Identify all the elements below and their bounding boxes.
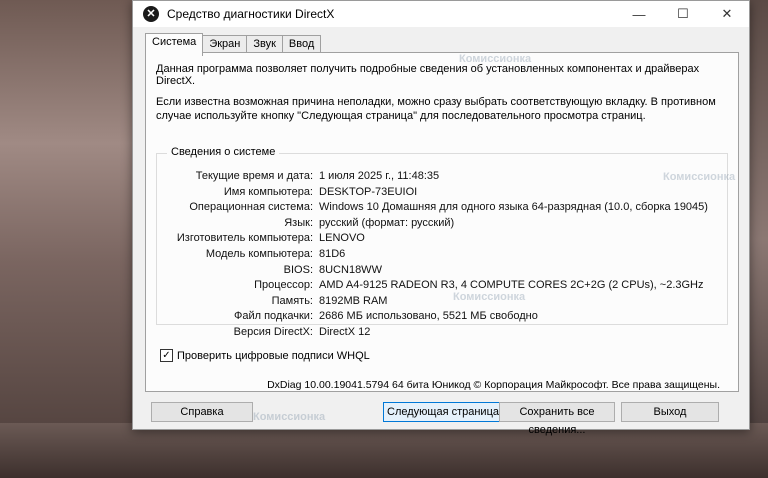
system-info-group-label: Сведения о системе (167, 146, 280, 158)
info-row-datetime: Текущие время и дата: 1 июля 2025 г., 11… (157, 170, 727, 186)
info-label: Язык: (284, 216, 313, 229)
window-title: Средство диагностики DirectX (167, 7, 335, 21)
maximize-button[interactable]: ☐ (661, 1, 705, 27)
info-value: DirectX 12 (319, 325, 371, 338)
info-row-manufacturer: Изготовитель компьютера: LENOVO (157, 232, 727, 248)
watermark: Комиссионка (663, 171, 736, 183)
info-row-processor: Процессор: AMD A4-9125 RADEON R3, 4 COMP… (157, 279, 727, 295)
info-label: Версия DirectX: (233, 325, 313, 338)
info-row-os: Операционная система: Windows 10 Домашня… (157, 201, 727, 217)
info-label: Процессор: (254, 279, 313, 292)
info-row-model: Модель компьютера: 81D6 (157, 248, 727, 264)
help-button[interactable]: Справка (151, 402, 253, 422)
info-label: BIOS: (283, 263, 313, 276)
info-value: русский (формат: русский) (319, 216, 455, 229)
info-value: 81D6 (319, 247, 346, 260)
next-page-button[interactable]: Следующая страница (383, 402, 503, 422)
tab-system[interactable]: Система (145, 33, 204, 56)
minimize-button[interactable]: — (617, 1, 661, 27)
dxdiag-window: ✕ Средство диагностики DirectX — ☐ ✕ Сис… (132, 0, 750, 436)
system-tab-panel: Данная программа позволяет получить подр… (145, 52, 739, 392)
info-row-language: Язык: русский (формат: русский) (157, 217, 727, 233)
info-row-computer-name: Имя компьютера: DESKTOP-73EUIOI (157, 186, 727, 202)
exit-button[interactable]: Выход (621, 402, 719, 422)
window-controls: — ☐ ✕ (617, 1, 749, 27)
info-value: Windows 10 Домашняя для одного языка 64-… (319, 201, 708, 214)
info-label: Текущие время и дата: (195, 170, 313, 182)
whql-checkbox-label: Проверить цифровые подписи WHQL (177, 349, 370, 362)
intro-hint-text: Если известна возможная причина неполадк… (156, 96, 716, 122)
info-label: Память: (271, 294, 313, 307)
info-label: Файл подкачки: (233, 310, 313, 323)
info-value: DESKTOP-73EUIOI (319, 185, 418, 198)
info-label: Модель компьютера: (205, 247, 313, 260)
intro-text: Данная программа позволяет получить подр… (156, 63, 700, 87)
whql-checkbox-row[interactable]: ✓ Проверить цифровые подписи WHQL (160, 349, 370, 362)
info-row-memory: Память: 8192MB RAM (157, 295, 727, 311)
info-value: 2686 МБ использовано, 5521 МБ свободно (319, 310, 538, 323)
info-value: 8UCN18WW (319, 263, 382, 276)
background-bottom (0, 423, 768, 478)
system-info-group: Сведения о системе Текущие время и дата:… (156, 146, 728, 338)
info-label: Имя компьютера: (223, 185, 313, 198)
close-button[interactable]: ✕ (705, 1, 749, 27)
info-row-pagefile: Файл подкачки: 2686 МБ использовано, 552… (157, 310, 727, 326)
background-left (0, 0, 150, 478)
save-all-button[interactable]: Сохранить все сведения... (499, 402, 615, 436)
info-value: LENOVO (319, 232, 365, 245)
system-info-rows: Текущие время и дата: 1 июля 2025 г., 11… (157, 170, 727, 342)
copyright-text: DxDiag 10.00.19041.5794 64 бита Юникод ©… (267, 379, 720, 391)
info-label: Операционная система: (189, 201, 313, 214)
info-row-bios: BIOS: 8UCN18WW (157, 264, 727, 280)
directx-icon: ✕ (143, 6, 159, 22)
tab-strip: Система Экран Звук Ввод (145, 33, 322, 56)
info-label: Изготовитель компьютера: (176, 232, 313, 245)
watermark: Комиссионка (459, 53, 532, 65)
watermark: Комиссионка (453, 291, 526, 303)
whql-checkbox[interactable]: ✓ (160, 349, 173, 362)
watermark: Комиссионка (253, 411, 326, 423)
title-bar[interactable]: ✕ Средство диагностики DirectX — ☐ ✕ (133, 1, 749, 27)
info-row-directx-version: Версия DirectX: DirectX 12 (157, 326, 727, 342)
